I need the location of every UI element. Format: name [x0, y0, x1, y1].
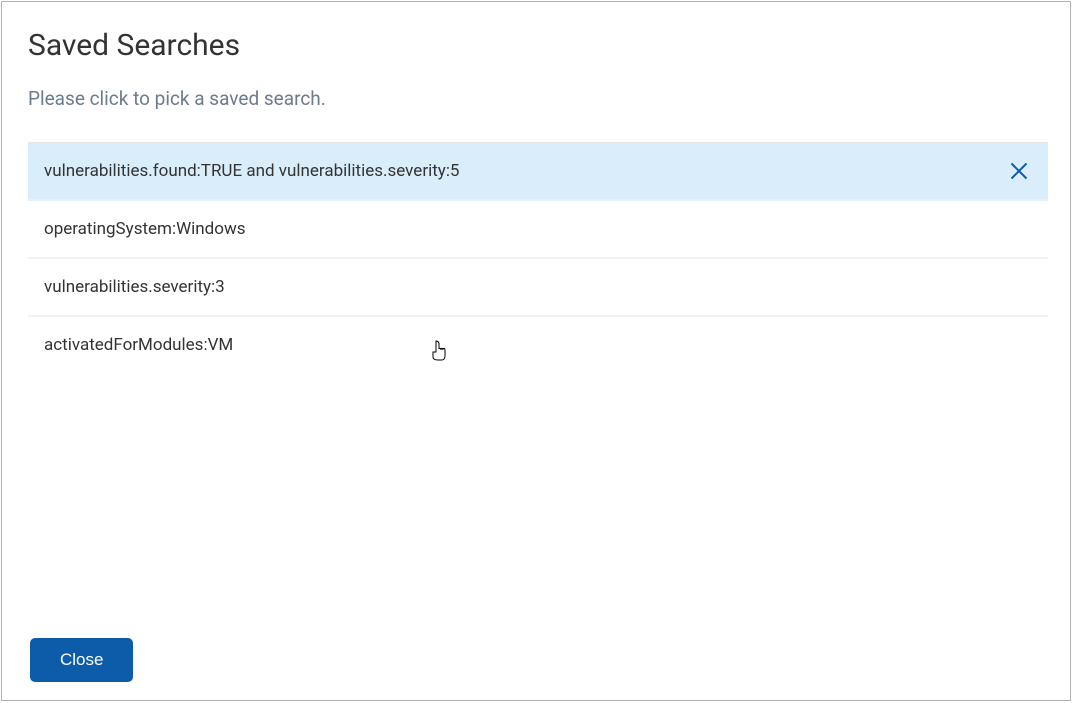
saved-search-item[interactable]: activatedForModules:VM: [28, 317, 1048, 373]
saved-searches-dialog: Saved Searches Please click to pick a sa…: [1, 1, 1071, 701]
close-button[interactable]: Close: [30, 638, 133, 682]
dialog-instruction: Please click to pick a saved search.: [28, 87, 1048, 110]
delete-search-icon[interactable]: [1010, 162, 1028, 180]
saved-search-query: vulnerabilities.severity:3: [44, 277, 225, 297]
saved-search-item[interactable]: operatingSystem:Windows: [28, 201, 1048, 259]
saved-search-query: operatingSystem:Windows: [44, 219, 246, 239]
dialog-footer: Close: [30, 638, 133, 682]
saved-search-item[interactable]: vulnerabilities.found:TRUE and vulnerabi…: [28, 142, 1048, 201]
dialog-title: Saved Searches: [28, 28, 1048, 63]
saved-search-item[interactable]: vulnerabilities.severity:3: [28, 259, 1048, 317]
saved-search-query: activatedForModules:VM: [44, 335, 233, 355]
saved-search-list: vulnerabilities.found:TRUE and vulnerabi…: [28, 142, 1048, 373]
saved-search-query: vulnerabilities.found:TRUE and vulnerabi…: [44, 161, 460, 181]
